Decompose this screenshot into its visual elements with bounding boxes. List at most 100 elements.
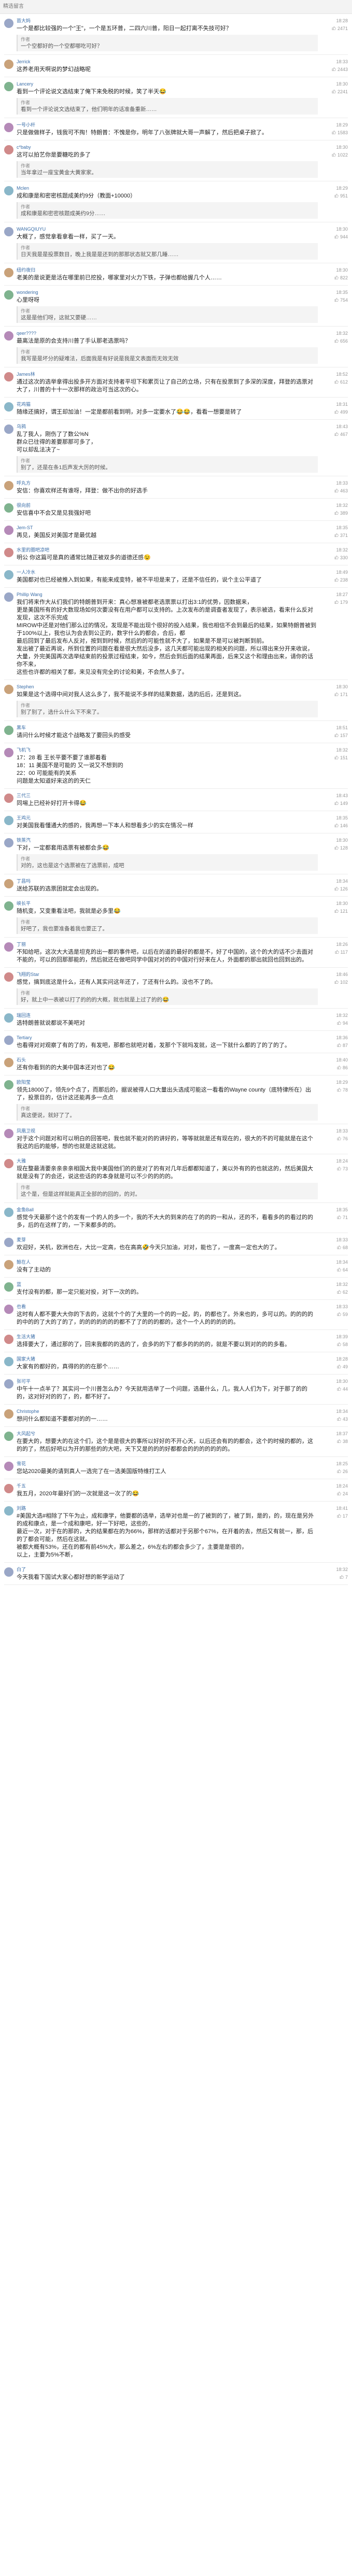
like-button[interactable]: 822 bbox=[319, 275, 348, 281]
commenter-name[interactable]: 王鸡元 bbox=[17, 815, 318, 822]
like-button[interactable]: 68 bbox=[319, 1244, 348, 1251]
avatar[interactable] bbox=[4, 592, 13, 602]
commenter-name[interactable]: Mclen bbox=[17, 185, 318, 192]
avatar[interactable] bbox=[4, 1567, 13, 1577]
like-button[interactable]: 94 bbox=[319, 1020, 348, 1027]
avatar[interactable] bbox=[4, 1484, 13, 1493]
avatar[interactable] bbox=[4, 879, 13, 888]
like-button[interactable]: 7 bbox=[319, 1574, 348, 1581]
avatar[interactable] bbox=[4, 942, 13, 952]
like-button[interactable]: 128 bbox=[319, 845, 348, 852]
commenter-name[interactable]: 瑞回连 bbox=[17, 1012, 318, 1019]
commenter-name[interactable]: 丁昌吗 bbox=[17, 878, 318, 885]
like-button[interactable]: 371 bbox=[319, 532, 348, 539]
like-button[interactable]: 62 bbox=[319, 1289, 348, 1296]
avatar[interactable] bbox=[4, 145, 13, 154]
commenter-name[interactable]: 丁丽 bbox=[17, 941, 318, 948]
like-button[interactable]: 44 bbox=[319, 1386, 348, 1393]
like-button[interactable]: 58 bbox=[319, 1341, 348, 1348]
commenter-name[interactable]: 纽约夜归 bbox=[17, 267, 318, 274]
avatar[interactable] bbox=[4, 526, 13, 535]
like-button[interactable]: 179 bbox=[319, 599, 348, 606]
avatar[interactable] bbox=[4, 290, 13, 300]
avatar[interactable] bbox=[4, 268, 13, 277]
like-button[interactable]: 171 bbox=[319, 691, 348, 698]
avatar[interactable] bbox=[4, 123, 13, 132]
like-button[interactable]: 944 bbox=[319, 234, 348, 240]
avatar[interactable] bbox=[4, 1282, 13, 1292]
avatar[interactable] bbox=[4, 82, 13, 91]
commenter-name[interactable]: 飞机飞 bbox=[17, 747, 318, 754]
commenter-name[interactable]: 一号小杆 bbox=[17, 122, 318, 129]
like-button[interactable]: 59 bbox=[319, 1311, 348, 1318]
commenter-name[interactable]: wondering bbox=[17, 289, 318, 296]
commenter-name[interactable]: qeer???? bbox=[17, 330, 318, 337]
avatar[interactable] bbox=[4, 748, 13, 757]
commenter-name[interactable]: 石头 bbox=[17, 1057, 318, 1064]
commenter-name[interactable]: 大雅 bbox=[17, 1158, 318, 1165]
commenter-name[interactable]: 三代三 bbox=[17, 792, 318, 799]
like-button[interactable]: 73 bbox=[319, 1166, 348, 1172]
commenter-name[interactable]: 麦芽 bbox=[17, 1237, 318, 1243]
commenter-name[interactable]: 一人冷水 bbox=[17, 569, 318, 576]
commenter-name[interactable]: 花鸡猫 bbox=[17, 401, 318, 408]
avatar[interactable] bbox=[4, 503, 13, 513]
avatar[interactable] bbox=[4, 402, 13, 412]
avatar[interactable] bbox=[4, 726, 13, 735]
avatar[interactable] bbox=[4, 794, 13, 803]
avatar[interactable] bbox=[4, 548, 13, 557]
like-button[interactable]: 389 bbox=[319, 510, 348, 517]
commenter-name[interactable]: 也看 bbox=[17, 1304, 318, 1310]
like-button[interactable]: 78 bbox=[319, 1087, 348, 1094]
avatar[interactable] bbox=[4, 424, 13, 434]
avatar[interactable] bbox=[4, 1409, 13, 1419]
commenter-name[interactable]: 鲸在人 bbox=[17, 1259, 318, 1266]
avatar[interactable] bbox=[4, 1058, 13, 1067]
like-button[interactable]: 151 bbox=[319, 755, 348, 761]
commenter-name[interactable]: 峡长平 bbox=[17, 900, 318, 907]
like-button[interactable]: 2241 bbox=[319, 89, 348, 95]
like-button[interactable]: 76 bbox=[319, 1136, 348, 1142]
commenter-name[interactable]: 黑车 bbox=[17, 725, 318, 731]
commenter-name[interactable]: 刘路 bbox=[17, 1505, 318, 1512]
avatar[interactable] bbox=[4, 972, 13, 982]
commenter-name[interactable]: 张可平 bbox=[17, 1378, 318, 1385]
commenter-name[interactable]: Jerrick bbox=[17, 59, 318, 65]
commenter-name[interactable]: Jem-ST bbox=[17, 525, 318, 531]
commenter-name[interactable]: Lancery bbox=[17, 81, 318, 88]
avatar[interactable] bbox=[4, 1462, 13, 1471]
avatar[interactable] bbox=[4, 227, 13, 236]
commenter-name[interactable]: 很向前 bbox=[17, 502, 318, 509]
commenter-name[interactable]: 飞翔的Star bbox=[17, 971, 318, 978]
avatar[interactable] bbox=[4, 1506, 13, 1516]
commenter-name[interactable]: c*baby bbox=[17, 144, 318, 151]
like-button[interactable]: 157 bbox=[319, 732, 348, 739]
commenter-name[interactable]: Tertiary bbox=[17, 1035, 318, 1041]
avatar[interactable] bbox=[4, 372, 13, 381]
commenter-name[interactable]: 水里的圈吧凉吧 bbox=[17, 547, 318, 554]
avatar[interactable] bbox=[4, 1208, 13, 1217]
like-button[interactable]: 38 bbox=[319, 1438, 348, 1445]
like-button[interactable]: 49 bbox=[319, 1364, 348, 1370]
avatar[interactable] bbox=[4, 1260, 13, 1269]
like-button[interactable]: 86 bbox=[319, 1065, 348, 1071]
commenter-name[interactable]: 乌鸦 bbox=[17, 423, 318, 430]
avatar[interactable] bbox=[4, 1335, 13, 1344]
avatar[interactable] bbox=[4, 481, 13, 490]
commenter-name[interactable]: 呼丸方 bbox=[17, 480, 318, 487]
commenter-name[interactable]: 蓝 bbox=[17, 1281, 318, 1288]
avatar[interactable] bbox=[4, 19, 13, 28]
avatar[interactable] bbox=[4, 1159, 13, 1168]
commenter-name[interactable]: 凤凰卫视 bbox=[17, 1128, 318, 1135]
like-button[interactable]: 64 bbox=[319, 1267, 348, 1273]
commenter-name[interactable]: 大风起兮 bbox=[17, 1431, 318, 1437]
commenter-name[interactable]: Stephen bbox=[17, 684, 318, 690]
like-button[interactable]: 43 bbox=[319, 1416, 348, 1423]
commenter-name[interactable]: 金鱼Ball bbox=[17, 1207, 318, 1213]
avatar[interactable] bbox=[4, 1129, 13, 1138]
commenter-name[interactable]: Phillip Wang bbox=[17, 591, 318, 598]
avatar[interactable] bbox=[4, 1432, 13, 1441]
avatar[interactable] bbox=[4, 1379, 13, 1389]
avatar[interactable] bbox=[4, 1080, 13, 1089]
commenter-name[interactable]: 白了 bbox=[17, 1566, 318, 1573]
